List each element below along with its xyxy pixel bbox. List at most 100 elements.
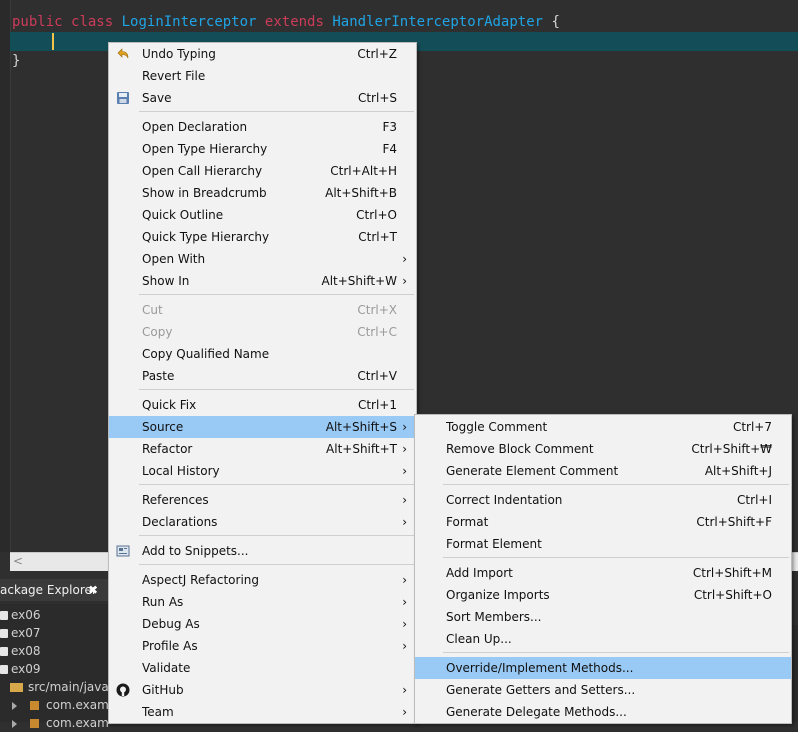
chevron-right-icon: › (402, 595, 407, 609)
menu-item-show-in-breadcrumb[interactable]: Show in Breadcrumb Alt+Shift+B (109, 182, 416, 204)
chevron-right-icon: › (402, 639, 407, 653)
source-submenu: Toggle Comment Ctrl+7 Remove Block Commen… (414, 414, 792, 724)
github-icon (116, 683, 130, 697)
submenu-item-generate-delegate-methods[interactable]: Generate Delegate Methods... (415, 701, 791, 723)
chevron-right-icon: › (402, 252, 407, 266)
chevron-right-icon: › (402, 420, 407, 434)
submenu-item-generate-element-comment[interactable]: Generate Element Comment Alt+Shift+J (415, 460, 791, 482)
class-name: LoginInterceptor (121, 14, 257, 30)
package-explorer-title: ackage Explorer (0, 583, 97, 597)
menu-item-debug-as[interactable]: Debug As › (109, 613, 416, 635)
menu-separator (139, 111, 414, 112)
chevron-right-icon: › (402, 515, 407, 529)
project-item-ex09[interactable]: ex09 (0, 660, 41, 678)
project-icon (0, 629, 8, 638)
chevron-right-icon: › (402, 464, 407, 478)
menu-item-profile-as[interactable]: Profile As › (109, 635, 416, 657)
menu-item-copy: Copy Ctrl+C (142, 325, 397, 339)
menu-separator (139, 389, 414, 390)
chevron-right-icon: › (402, 617, 407, 631)
snippets-icon (116, 545, 130, 557)
keyword-extends: extends (264, 14, 324, 30)
editor-gutter (0, 0, 11, 552)
menu-item-quick-type-hierarchy[interactable]: Quick Type Hierarchy Ctrl+T (109, 226, 416, 248)
package-explorer-tree: ex06 ex07 ex08 ex09 src/main/java com.ex… (0, 604, 116, 730)
menu-item-add-to-snippets[interactable]: Add to Snippets... (109, 540, 416, 562)
menu-item-save[interactable]: Save Ctrl+S (109, 87, 416, 109)
text-caret (52, 33, 54, 50)
submenu-item-format[interactable]: Format Ctrl+Shift+F (415, 511, 791, 533)
chevron-right-icon: › (402, 442, 407, 456)
menu-item-quick-outline[interactable]: Quick Outline Ctrl+O (109, 204, 416, 226)
scroll-left-icon[interactable]: < (13, 554, 23, 568)
menu-separator (139, 294, 414, 295)
folder-icon (10, 683, 23, 692)
parent-class-name: HandlerInterceptorAdapter (332, 14, 544, 30)
menu-separator (139, 535, 414, 536)
menu-item-validate[interactable]: Validate (109, 657, 416, 679)
menu-item-source[interactable]: Source Alt+Shift+S › (109, 416, 416, 438)
package-icon (30, 701, 39, 710)
menu-item-open-type-hierarchy[interactable]: Open Type Hierarchy F4 (109, 138, 416, 160)
open-brace: { (551, 14, 560, 30)
code-line-1: public class LoginInterceptor extends Ha… (12, 13, 560, 32)
menu-item-cut: Cut Ctrl+X (142, 303, 397, 317)
menu-item-open-declaration[interactable]: Open Declaration F3 (109, 116, 416, 138)
menu-item-open-call-hierarchy[interactable]: Open Call Hierarchy Ctrl+Alt+H (109, 160, 416, 182)
package-item[interactable]: com.examp (12, 696, 116, 714)
menu-item-paste[interactable]: Paste Ctrl+V (109, 365, 416, 387)
submenu-item-format-element[interactable]: Format Element (415, 533, 791, 555)
project-item-ex07[interactable]: ex07 (0, 624, 41, 642)
menu-item-copy-qualified-name[interactable]: Copy Qualified Name (109, 343, 416, 365)
menu-separator (139, 564, 414, 565)
chevron-right-icon: › (402, 573, 407, 587)
menu-item-open-with[interactable]: Open With › (109, 248, 416, 270)
project-icon (0, 647, 8, 656)
undo-icon (117, 48, 129, 59)
chevron-right-icon: › (402, 683, 407, 697)
submenu-item-organize-imports[interactable]: Organize Imports Ctrl+Shift+O (415, 584, 791, 606)
package-explorer-tab[interactable]: ackage Explorer ✖ (0, 579, 108, 601)
menu-item-show-in[interactable]: Show In Alt+Shift+W › (109, 270, 416, 292)
menu-item-revert-file[interactable]: Revert File (109, 65, 416, 87)
menu-item-undo-typing[interactable]: Undo Typing Ctrl+Z (109, 43, 416, 65)
submenu-item-correct-indentation[interactable]: Correct Indentation Ctrl+I (415, 489, 791, 511)
submenu-item-override-implement-methods[interactable]: Override/Implement Methods... (415, 657, 791, 679)
menu-item-aspectj-refactoring[interactable]: AspectJ Refactoring › (109, 569, 416, 591)
menu-separator (443, 557, 789, 558)
menu-item-github[interactable]: GitHub › (109, 679, 416, 701)
src-folder-item[interactable]: src/main/java (10, 678, 109, 696)
menu-separator (443, 484, 789, 485)
chevron-right-icon: › (402, 493, 407, 507)
project-icon (0, 611, 8, 620)
chevron-right-icon: › (402, 705, 407, 719)
submenu-item-generate-getters-setters[interactable]: Generate Getters and Setters... (415, 679, 791, 701)
menu-item-team[interactable]: Team › (109, 701, 416, 723)
code-line-3: } (12, 53, 21, 69)
menu-separator (139, 484, 414, 485)
expand-arrow-icon[interactable] (12, 701, 17, 710)
menu-item-run-as[interactable]: Run As › (109, 591, 416, 613)
submenu-item-add-import[interactable]: Add Import Ctrl+Shift+M (415, 562, 791, 584)
menu-item-declarations[interactable]: Declarations › (109, 511, 416, 533)
keyword-public: public (12, 14, 63, 30)
keyword-class: class (71, 14, 114, 30)
menu-item-local-history[interactable]: Local History › (109, 460, 416, 482)
submenu-item-sort-members[interactable]: Sort Members... (415, 606, 791, 628)
submenu-item-remove-block-comment[interactable]: Remove Block Comment Ctrl+Shift+₩ (415, 438, 791, 460)
save-icon (117, 92, 129, 104)
package-item[interactable]: com.exam (12, 714, 109, 732)
close-icon[interactable]: ✖ (88, 579, 98, 601)
expand-arrow-icon[interactable] (12, 719, 17, 728)
menu-item-refactor[interactable]: Refactor Alt+Shift+T › (109, 438, 416, 460)
project-icon (0, 665, 8, 674)
menu-item-quick-fix[interactable]: Quick Fix Ctrl+1 (109, 394, 416, 416)
menu-item-references[interactable]: References › (109, 489, 416, 511)
menu-separator (443, 652, 789, 653)
submenu-item-clean-up[interactable]: Clean Up... (415, 628, 791, 650)
context-menu: Undo Typing Ctrl+Z Revert File Save Ctrl+S… (108, 42, 417, 724)
submenu-item-toggle-comment[interactable]: Toggle Comment Ctrl+7 (415, 416, 791, 438)
chevron-right-icon: › (402, 274, 407, 288)
project-item-ex06[interactable]: ex06 (0, 606, 41, 624)
project-item-ex08[interactable]: ex08 (0, 642, 41, 660)
